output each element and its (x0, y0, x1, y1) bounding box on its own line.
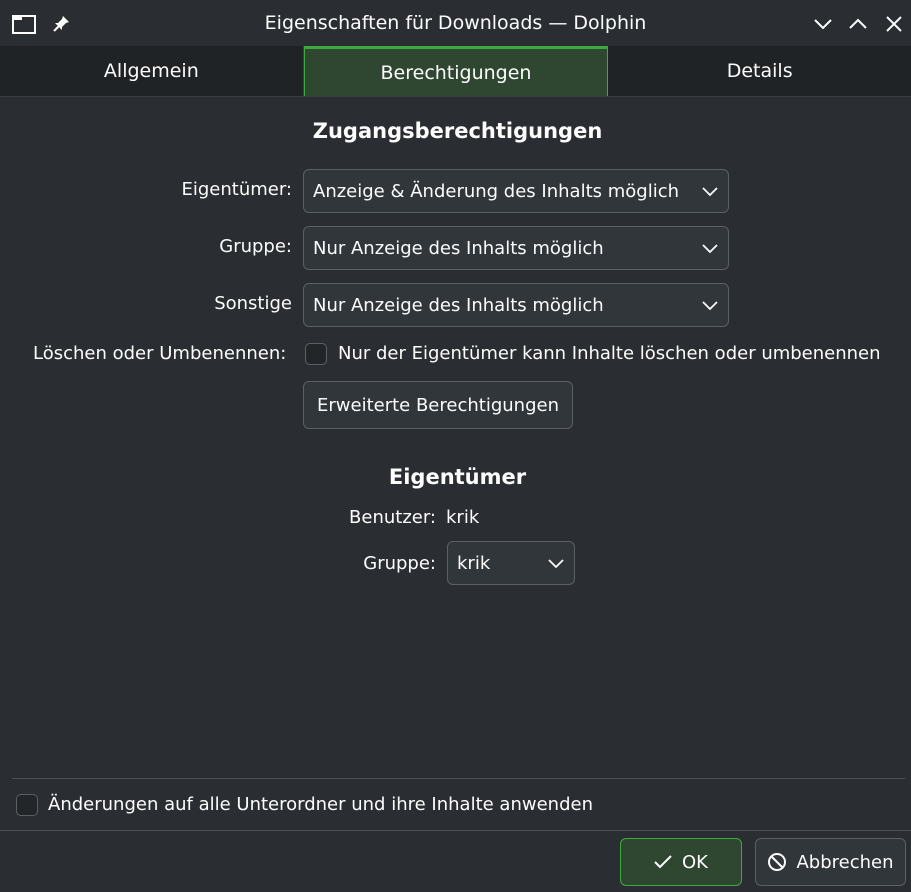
tab-permissions[interactable]: Berechtigungen (303, 46, 609, 96)
owner-permission-select[interactable]: Anzeige & Änderung des Inhalts möglich (303, 169, 729, 213)
chevron-down-icon (702, 301, 718, 311)
group-permission-select[interactable]: Nur Anzeige des Inhalts möglich (303, 226, 729, 270)
others-permission-select[interactable]: Nur Anzeige des Inhalts möglich (303, 283, 729, 327)
owner-group-value: krik (457, 552, 491, 574)
chevron-down-icon (702, 244, 718, 254)
delete-rename-label: Löschen oder Umbenennen: (33, 343, 287, 364)
others-permission-label: Sonstige (214, 293, 292, 314)
chevron-down-icon (702, 187, 718, 197)
user-value: krik (446, 507, 480, 528)
footer-separator (0, 830, 911, 831)
owner-permission-value: Anzeige & Änderung des Inhalts möglich (313, 180, 680, 202)
user-label: Benutzer: (349, 507, 436, 528)
window-title: Eigenschaften für Downloads — Dolphin (264, 12, 647, 34)
owner-only-delete-checkbox[interactable] (305, 343, 327, 365)
apply-recursive-text[interactable]: Änderungen auf alle Unterordner und ihre… (48, 794, 593, 815)
permissions-panel: Zugangsberechtigungen Eigentümer: Anzeig… (2, 97, 909, 833)
ok-button[interactable]: OK (620, 838, 742, 886)
minimize-icon[interactable] (811, 12, 835, 36)
others-permission-value: Nur Anzeige des Inhalts möglich (313, 294, 604, 316)
ok-label: OK (682, 851, 708, 873)
tab-general[interactable]: Allgemein (0, 46, 304, 96)
group-permission-label: Gruppe: (219, 236, 292, 257)
advanced-permissions-button[interactable]: Erweiterte Berechtigungen (303, 381, 573, 429)
title-bar: Eigenschaften für Downloads — Dolphin (0, 0, 911, 47)
chevron-down-icon (548, 559, 564, 569)
cancel-button[interactable]: Abbrechen (755, 838, 906, 886)
apply-recursive-checkbox[interactable] (16, 794, 38, 816)
owner-group-select[interactable]: krik (447, 541, 575, 585)
owner-permission-label: Eigentümer: (181, 179, 292, 200)
group-permission-value: Nur Anzeige des Inhalts möglich (313, 237, 604, 259)
close-icon[interactable] (882, 12, 906, 36)
maximize-icon[interactable] (846, 12, 870, 36)
tab-bar: Allgemein Berechtigungen Details (0, 46, 911, 97)
ownership-heading: Eigentümer (388, 465, 527, 489)
separator (12, 778, 905, 779)
owner-group-label: Gruppe: (363, 553, 436, 574)
access-permissions-heading: Zugangsberechtigungen (312, 119, 603, 143)
cancel-icon (768, 853, 787, 871)
cancel-label: Abbrechen (796, 851, 894, 873)
checkmark-icon (654, 855, 672, 869)
owner-only-delete-text[interactable]: Nur der Eigentümer kann Inhalte löschen … (338, 343, 881, 364)
tab-details[interactable]: Details (608, 46, 911, 96)
